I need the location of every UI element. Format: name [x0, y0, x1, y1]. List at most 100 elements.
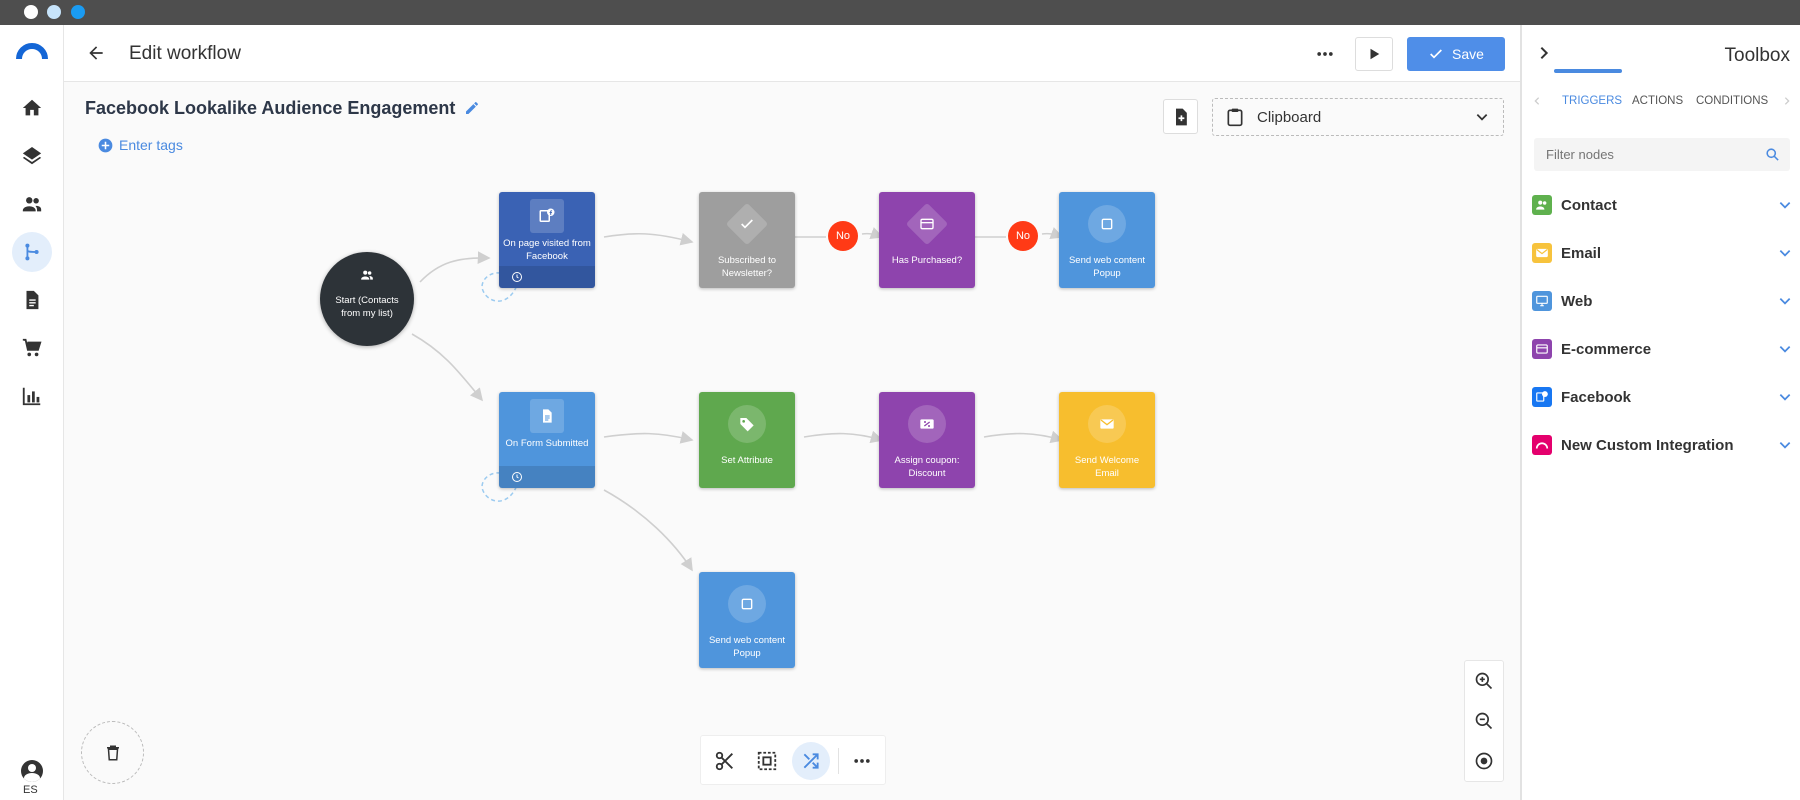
action-node-send-welcome-email[interactable]: Send Welcome Email [1059, 392, 1155, 488]
toolbox-category-facebook[interactable]: Facebook [1532, 381, 1792, 413]
trigger-node-page-visited-facebook[interactable]: On page visited from Facebook [499, 192, 595, 288]
clock-icon [512, 472, 522, 482]
category-label: Web [1561, 292, 1593, 310]
nav-reports-icon[interactable] [12, 376, 52, 416]
toolbox-category-ecommerce[interactable]: E-commerce [1532, 333, 1792, 365]
node-label: Send Welcome Email [1074, 455, 1140, 479]
clipboard-icon [1227, 108, 1243, 127]
clock-icon [512, 272, 522, 282]
chevron-down-icon [1779, 394, 1791, 401]
popup-square-icon [728, 585, 766, 623]
save-button[interactable]: Save [1407, 37, 1505, 71]
tabs-scroll-right-icon[interactable] [1782, 96, 1792, 106]
tab-actions[interactable]: ACTIONS [1632, 95, 1683, 107]
tab-triggers[interactable]: TRIGGERS [1562, 95, 1622, 107]
tabs-scroll-left-icon[interactable] [1532, 96, 1542, 106]
toolbox-category-web[interactable]: Web [1532, 285, 1792, 317]
start-node-label: Start (Contacts from my list) [335, 295, 399, 319]
window-minimize-dot[interactable] [47, 5, 61, 19]
toolbox-category-contact[interactable]: Contact [1532, 189, 1792, 221]
action-node-send-web-popup-2[interactable]: Send web content Popup [699, 572, 795, 668]
search-icon[interactable] [1765, 147, 1780, 162]
contact-category-icon [1532, 195, 1552, 215]
left-navigation: ES [0, 25, 64, 800]
email-icon [1088, 405, 1126, 443]
ecommerce-category-icon [1532, 339, 1552, 359]
toolbox-panel: Toolbox TRIGGERS ACTIONS CONDITIONS Cont… [1520, 25, 1800, 800]
node-label: On Form Submitted [505, 438, 589, 449]
action-node-assign-coupon[interactable]: Assign coupon: Discount [879, 392, 975, 488]
auto-arrange-button[interactable] [792, 742, 830, 780]
branch-no-badge[interactable]: No [1008, 221, 1038, 251]
popup-square-icon [1088, 205, 1126, 243]
credit-card-diamond-icon [905, 202, 949, 246]
chevron-down-icon [1779, 442, 1791, 449]
start-node[interactable]: Start (Contacts from my list) [320, 252, 414, 346]
node-footer [499, 466, 595, 488]
scissors-icon[interactable] [714, 750, 736, 772]
filter-nodes-input[interactable] [1534, 138, 1754, 171]
back-arrow-icon[interactable] [86, 43, 106, 63]
action-node-send-web-popup[interactable]: Send web content Popup [1059, 192, 1155, 288]
user-avatar-icon[interactable] [21, 760, 43, 782]
coupon-icon [908, 405, 946, 443]
facebook-device-icon [530, 199, 564, 233]
action-node-set-attribute[interactable]: Set Attribute [699, 392, 795, 488]
condition-node-subscribed-newsletter[interactable]: Subscribed to Newsletter? [699, 192, 795, 288]
nav-workflows-icon[interactable] [12, 232, 52, 272]
nav-contacts-icon[interactable] [12, 184, 52, 224]
chevron-down-icon [1779, 298, 1791, 305]
app-logo[interactable] [16, 43, 48, 59]
window-maximize-dot[interactable] [71, 5, 85, 19]
nav-home-icon[interactable] [12, 88, 52, 128]
play-icon [1370, 48, 1380, 60]
clipboard-dropdown[interactable]: Clipboard [1212, 98, 1504, 136]
chevron-down-icon [1476, 114, 1488, 121]
filter-nodes-field [1534, 138, 1790, 171]
trigger-node-form-submitted[interactable]: On Form Submitted [499, 392, 595, 488]
zoom-out-icon[interactable] [1465, 701, 1503, 741]
run-workflow-button[interactable] [1355, 37, 1393, 71]
tag-icon [728, 405, 766, 443]
zoom-controls [1464, 660, 1504, 782]
add-to-clipboard-button[interactable] [1163, 99, 1198, 134]
toolbox-category-custom-integration[interactable]: New Custom Integration [1532, 429, 1792, 461]
node-label: Has Purchased? [891, 255, 963, 266]
web-category-icon [1532, 291, 1552, 311]
shuffle-icon [803, 753, 819, 769]
nav-shop-cart-icon[interactable] [12, 328, 52, 368]
nav-layers-icon[interactable] [12, 136, 52, 176]
window-close-dot[interactable] [24, 5, 38, 19]
chevron-down-icon [1779, 250, 1791, 257]
more-options-icon[interactable] [1314, 44, 1336, 64]
condition-node-has-purchased[interactable]: Has Purchased? [879, 192, 975, 288]
node-label: Send web content Popup [1068, 255, 1146, 279]
select-area-icon[interactable] [756, 750, 778, 772]
toolbox-category-email[interactable]: Email [1532, 237, 1792, 269]
nav-documents-icon[interactable] [12, 280, 52, 320]
check-diamond-icon [725, 202, 769, 246]
trash-icon [106, 745, 119, 760]
node-label: On page visited from Facebook [503, 238, 591, 262]
custom-integration-category-icon [1532, 435, 1552, 455]
category-label: New Custom Integration [1561, 436, 1734, 454]
facebook-category-icon [1532, 387, 1552, 407]
page-title: Edit workflow [129, 43, 241, 64]
zoom-in-icon[interactable] [1465, 661, 1503, 701]
more-tools-icon[interactable] [851, 751, 873, 771]
canvas-tools [700, 735, 886, 785]
active-tab-indicator [1554, 69, 1622, 73]
node-label: Subscribed to Newsletter? [717, 255, 777, 279]
tools-divider [838, 748, 839, 774]
toolbox-title: Toolbox [1724, 45, 1791, 66]
branch-no-badge[interactable]: No [828, 221, 858, 251]
delete-dropzone[interactable] [81, 721, 144, 784]
chevron-down-icon [1779, 202, 1791, 209]
workflow-canvas[interactable]: Facebook Lookalike Audience Engagement E… [64, 82, 1520, 800]
collapse-toolbox-icon[interactable] [1536, 45, 1552, 61]
category-label: Email [1561, 244, 1602, 262]
clipboard-label: Clipboard [1257, 108, 1322, 126]
check-icon [1430, 49, 1442, 59]
tab-conditions[interactable]: CONDITIONS [1696, 95, 1768, 107]
center-view-icon[interactable] [1465, 741, 1503, 781]
